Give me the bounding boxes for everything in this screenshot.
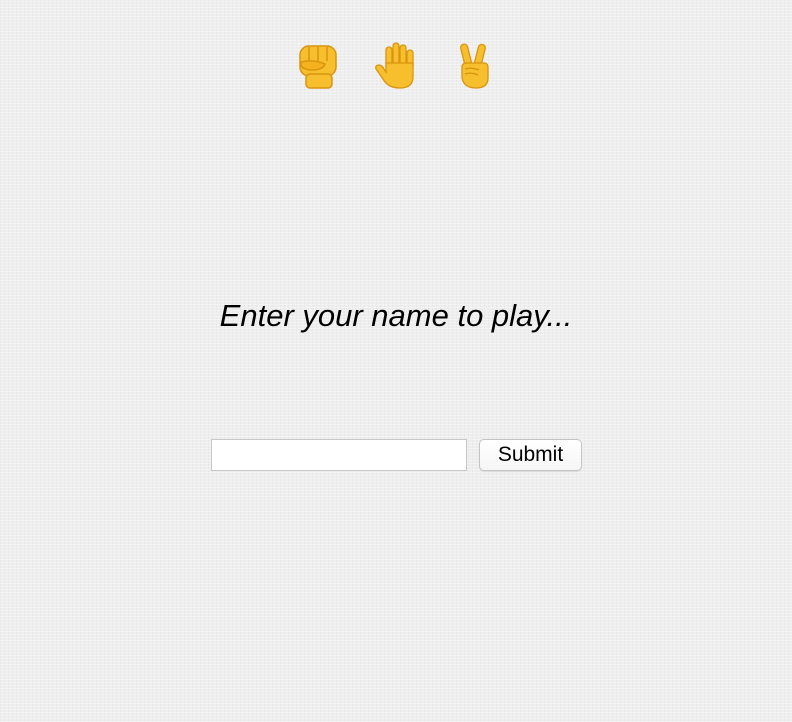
victory-hand-icon [449, 40, 499, 92]
choice-icons [0, 40, 792, 92]
name-input[interactable] [211, 439, 467, 471]
raised-fist-icon [293, 40, 343, 92]
submit-button[interactable]: Submit [479, 439, 582, 471]
raised-hand-icon [371, 40, 421, 92]
name-form: Submit [211, 439, 582, 471]
name-prompt: Enter your name to play... [219, 298, 573, 333]
